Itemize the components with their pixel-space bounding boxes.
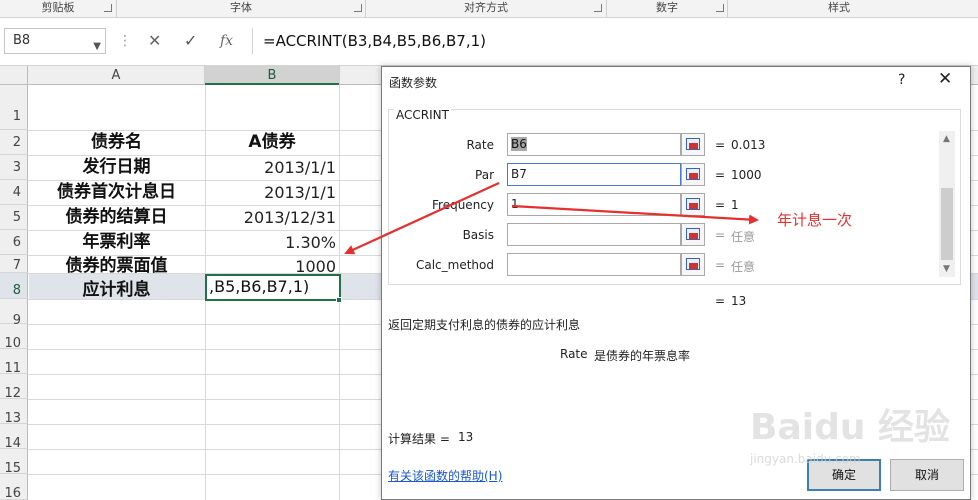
scroll-down-icon[interactable]: ▼ — [943, 264, 950, 274]
cell-b2[interactable]: A债券 — [205, 130, 339, 155]
name-box-value: B8 — [13, 33, 31, 48]
cell-a2[interactable]: 债券名 — [28, 130, 205, 155]
row-header[interactable]: 12 — [0, 374, 28, 401]
arg-label-calc-method: Calc_method — [415, 258, 494, 272]
watermark-main: Baidu 经验 — [750, 407, 951, 448]
formula-result: 13 — [731, 294, 747, 308]
row-header[interactable]: 5 — [0, 205, 28, 230]
arg-label-basis: Basis — [462, 228, 494, 242]
ribbon-group-alignment: 对齐方式 — [464, 1, 508, 14]
name-box[interactable]: B8 ▼ — [4, 28, 106, 54]
row-header[interactable]: 13 — [0, 399, 28, 426]
arg-desc-text: 是债券的年票息率 — [594, 349, 691, 363]
formula-input[interactable]: =ACCRINT(B3,B4,B5,B6,B7,1) — [252, 28, 978, 54]
row-header[interactable]: 16 — [0, 474, 28, 500]
equals-sign: = — [715, 258, 726, 272]
row-header[interactable]: 4 — [0, 180, 28, 205]
arg-result-rate: 0.013 — [731, 138, 766, 152]
collapse-dialog-icon[interactable] — [681, 193, 705, 216]
arg-input-calc-method[interactable] — [507, 253, 681, 276]
chevron-down-icon[interactable]: ▼ — [93, 35, 101, 59]
row-header[interactable]: 11 — [0, 349, 28, 376]
equals-sign: = — [715, 138, 726, 152]
arg-input-par[interactable]: B7 — [507, 163, 681, 186]
equals-sign: = — [715, 168, 726, 182]
cancel-entry-icon[interactable]: ✕ — [148, 32, 161, 50]
insert-function-icon[interactable]: fx — [220, 32, 233, 50]
column-header-a[interactable]: A — [28, 66, 205, 85]
ribbon-group-number: 数字 — [656, 1, 678, 14]
arg-label-frequency: Frequency — [432, 198, 494, 212]
row-header[interactable]: 9 — [0, 299, 28, 328]
cell-b4[interactable]: 2013/1/1 — [205, 180, 336, 205]
cell-a4[interactable]: 债券首次计息日 — [28, 180, 205, 205]
function-help-link[interactable]: 有关该函数的帮助(H) — [388, 467, 502, 484]
row-header[interactable]: 6 — [0, 230, 28, 255]
watermark: Baidu 经验 jingyan.baidu.com — [750, 390, 950, 480]
ribbon-group-clipboard: 剪贴板 — [41, 1, 75, 14]
ribbon-groups-bar: 剪贴板 字体 对齐方式 数字 样式 — [0, 0, 978, 18]
cell-b5[interactable]: 2013/12/31 — [205, 205, 336, 230]
arg-input-rate[interactable]: B6 — [507, 133, 681, 156]
row-header[interactable]: 3 — [0, 155, 28, 180]
row-header[interactable]: 2 — [0, 130, 28, 155]
function-name: ACCRINT — [394, 108, 451, 122]
equals-sign: = — [715, 198, 726, 212]
cell-a8[interactable]: 应计利息 — [28, 278, 205, 303]
collapse-dialog-icon[interactable] — [681, 133, 705, 156]
function-description: 返回定期支付利息的债券的应计利息 — [388, 318, 581, 332]
arg-label-par: Par — [475, 168, 494, 182]
collapse-dialog-icon[interactable] — [681, 253, 705, 276]
select-all-corner[interactable] — [0, 66, 28, 85]
arg-desc-label: Rate — [560, 347, 588, 361]
row-header[interactable]: 14 — [0, 424, 28, 451]
alignment-launcher-icon[interactable] — [594, 4, 602, 12]
help-icon[interactable]: ? — [898, 72, 905, 88]
column-header-b[interactable]: B — [205, 66, 339, 85]
arg-input-basis[interactable] — [507, 223, 681, 246]
ribbon-group-font: 字体 — [230, 1, 252, 14]
ribbon-group-styles: 样式 — [828, 1, 850, 14]
collapse-dialog-icon[interactable] — [681, 163, 705, 186]
cell-a3[interactable]: 发行日期 — [28, 155, 205, 180]
arg-result-calc-method: 任意 — [731, 260, 756, 274]
row-header[interactable]: 7 — [0, 255, 28, 273]
annotation-label: 年计息一次 — [777, 211, 853, 229]
arg-result-basis: 任意 — [731, 230, 756, 244]
scrollbar-thumb[interactable] — [941, 188, 953, 260]
arg-input-frequency[interactable]: 1 — [507, 193, 681, 216]
scroll-up-icon[interactable]: ▲ — [943, 134, 950, 144]
active-cell-b8[interactable]: ,B5,B6,B7,1) — [205, 274, 341, 301]
arg-label-rate: Rate — [466, 138, 494, 152]
cell-a6[interactable]: 年票利率 — [28, 230, 205, 255]
collapse-dialog-icon[interactable] — [681, 223, 705, 246]
calc-result-label: 计算结果 = — [388, 432, 450, 446]
enter-entry-icon[interactable]: ✓ — [184, 32, 197, 50]
arg-result-frequency: 1 — [731, 198, 739, 212]
number-launcher-icon[interactable] — [716, 4, 724, 12]
calc-result-value: 13 — [458, 430, 474, 444]
row-header[interactable]: 10 — [0, 324, 28, 351]
font-launcher-icon[interactable] — [354, 4, 362, 12]
cell-a7[interactable]: 债券的票面值 — [28, 254, 205, 279]
clipboard-launcher-icon[interactable] — [104, 4, 112, 12]
cell-b3[interactable]: 2013/1/1 — [205, 155, 336, 180]
arg-result-par: 1000 — [731, 168, 762, 182]
dialog-title: 函数参数 — [389, 76, 438, 90]
watermark-sub: jingyan.baidu.com — [750, 452, 861, 466]
row-header[interactable]: 1 — [0, 85, 28, 130]
cell-b6[interactable]: 1.30% — [205, 230, 336, 255]
cell-a5[interactable]: 债券的结算日 — [28, 205, 205, 230]
equals-sign: = — [715, 228, 726, 242]
arg-value-rate: B6 — [511, 137, 527, 151]
equals-sign: = — [715, 294, 726, 308]
fill-handle[interactable] — [336, 297, 342, 303]
close-icon[interactable]: ✕ — [938, 69, 952, 89]
row-header[interactable]: 15 — [0, 449, 28, 476]
formula-bar-grip-icon[interactable]: ⋮ — [118, 31, 132, 51]
row-header-selected[interactable]: 8 — [0, 273, 28, 299]
